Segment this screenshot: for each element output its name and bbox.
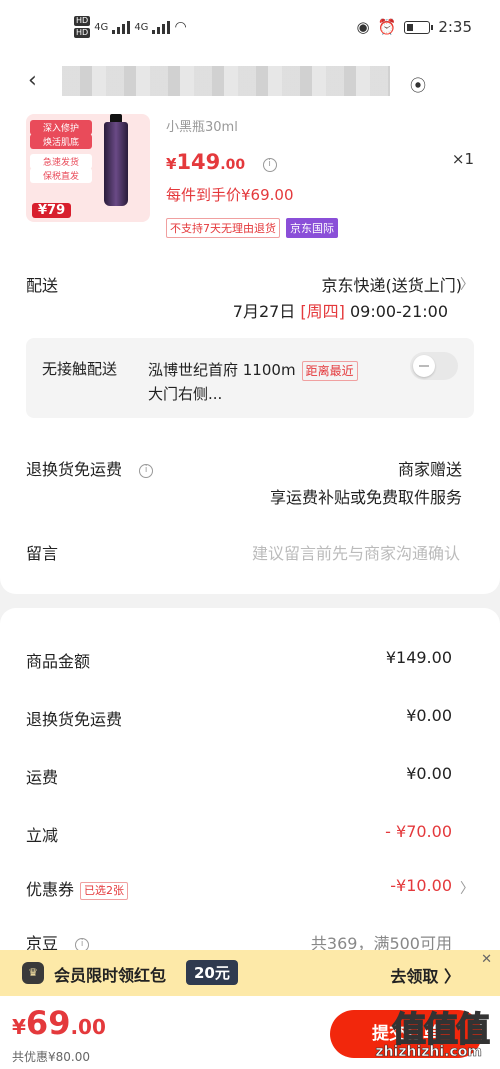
return-fee-label: 退换货免运费 (26, 710, 123, 729)
total-symbol: ¥ (12, 1015, 26, 1039)
claim-button[interactable]: 去领取 〉 (390, 963, 460, 987)
wifi-icon: ◠ (174, 19, 187, 35)
product-quantity: ×1 (451, 150, 474, 168)
pickup-location: 泓博世纪首府 1100m (148, 361, 296, 379)
message-label: 留言 (26, 544, 59, 563)
delivery-method[interactable]: 京东快递(送货上门) (322, 272, 463, 296)
location-pin-icon[interactable]: ⦿ (410, 72, 426, 96)
jd-international-badge: 京东国际 (286, 218, 338, 238)
coupon-selected-badge: 已选2张 (80, 881, 129, 900)
message-input[interactable]: 建议留言前先与商家沟通确认 (252, 540, 460, 564)
price-integer: 149 (176, 150, 221, 174)
signal-icon (152, 20, 171, 34)
no-contact-label: 无接触配送 (42, 360, 118, 378)
thumb-tag: 焕活肌底 (30, 134, 92, 149)
no-contact-address: 泓博世纪首府 1100m 距离最近 大门右侧... (148, 358, 398, 406)
submit-order-button[interactable]: 提交订单 (330, 1010, 482, 1058)
product-price: ¥149.00 i (166, 150, 277, 174)
goods-amount-label: 商品金额 (26, 652, 91, 671)
return-shipping-label: 退换货免运费 i (26, 456, 154, 480)
hd-icons: HD HD (74, 16, 91, 38)
eye-icon: ◉ (356, 18, 370, 36)
status-bar: HD HD 4G 4G ◠ ◉ ⏰ 2:35 (0, 0, 500, 56)
return-shipping-gift: 商家赠送 (397, 460, 462, 479)
network-label: 4G (134, 21, 149, 33)
status-right: ◉ ⏰ 2:35 (357, 18, 472, 36)
freight-label: 运费 (26, 768, 59, 787)
coupon-value[interactable]: -¥10.00 (390, 876, 452, 895)
back-icon[interactable]: ‹ (28, 68, 37, 93)
address-header: ‹ ⦿ (0, 56, 500, 108)
discount-value: - ¥70.00 (385, 822, 452, 841)
close-icon[interactable]: ✕ (481, 952, 492, 967)
product-bottle (104, 122, 128, 206)
no-return-badge: 不支持7天无理由退货 (166, 218, 280, 238)
chevron-right-icon[interactable]: 〉 (460, 274, 474, 294)
total-saved: 共优惠¥80.00 (12, 1050, 90, 1064)
coupon-text: 优惠券 (26, 880, 75, 899)
signal-icon (112, 20, 131, 34)
address-redacted[interactable] (62, 66, 390, 96)
return-fee-value: ¥0.00 (406, 706, 452, 725)
product-thumbnail[interactable]: 深入修护 焕活肌底 急速发货 保税直发 ¥79 (26, 114, 150, 222)
thumb-tag: 急速发货 (30, 154, 92, 169)
total-price: ¥69.00 (12, 1004, 106, 1042)
delivery-time-range: 09:00-21:00 (350, 302, 448, 321)
delivery-weekday: [周四] (300, 302, 345, 321)
thumb-price: ¥79 (32, 203, 72, 218)
crown-icon: ♛ (22, 962, 44, 984)
hd-icon: HD (74, 16, 91, 26)
checkout-bar: ¥69.00 共优惠¥80.00 提交订单 值值值 zhizhizhi.com (0, 996, 500, 1069)
discount-label: 立减 (26, 826, 59, 845)
chevron-right-icon[interactable]: 〉 (460, 878, 474, 898)
info-icon[interactable]: i (139, 463, 154, 478)
hd-icon: HD (74, 28, 91, 38)
goods-amount-value: ¥149.00 (385, 648, 452, 667)
price-symbol: ¥ (166, 155, 177, 173)
battery-icon (404, 20, 434, 34)
pickup-spot: 大门右侧... (148, 385, 223, 403)
product-badges: 不支持7天无理由退货 京东国际 (166, 218, 338, 238)
product-variant: 小黑瓶30ml (166, 120, 238, 135)
delivery-time[interactable]: 7月27日 [周四] 09:00-21:00 (233, 298, 448, 322)
each-price: 每件到手价¥69.00 (166, 186, 294, 204)
coupon-label[interactable]: 优惠券 已选2张 (26, 876, 129, 900)
promo-text: 会员限时领红包 (54, 966, 167, 985)
return-shipping-service: 享运费补贴或免费取件服务 (269, 488, 462, 507)
total-decimal: .00 (70, 1015, 106, 1039)
delivery-label: 配送 (26, 276, 59, 295)
alarm-icon: ⏰ (377, 18, 397, 36)
promo-amount: 20元 (186, 960, 238, 985)
signal-indicators: HD HD 4G 4G ◠ (74, 16, 187, 38)
network-label: 4G (94, 21, 109, 33)
status-time: 2:35 (438, 18, 472, 36)
price-decimal: .00 (220, 157, 246, 173)
nearest-badge: 距离最近 (301, 360, 358, 381)
order-details-card: 深入修护 焕活肌底 急速发货 保税直发 ¥79 小黑瓶30ml ¥149.00 … (0, 108, 500, 594)
delivery-date: 7月27日 (232, 302, 296, 321)
freight-value: ¥0.00 (406, 764, 452, 783)
no-contact-toggle[interactable] (410, 352, 458, 380)
member-promo-banner[interactable]: ♛ 会员限时领红包 20元 去领取 〉 ✕ (0, 950, 500, 996)
info-icon[interactable]: i (262, 157, 277, 172)
no-contact-delivery: 无接触配送 泓博世纪首府 1100m 距离最近 大门右侧... (26, 338, 474, 418)
thumb-tag: 保税直发 (30, 168, 92, 183)
total-integer: 69 (25, 1004, 71, 1042)
return-shipping-text: 退换货免运费 (26, 460, 123, 479)
thumb-tag: 深入修护 (30, 120, 92, 135)
